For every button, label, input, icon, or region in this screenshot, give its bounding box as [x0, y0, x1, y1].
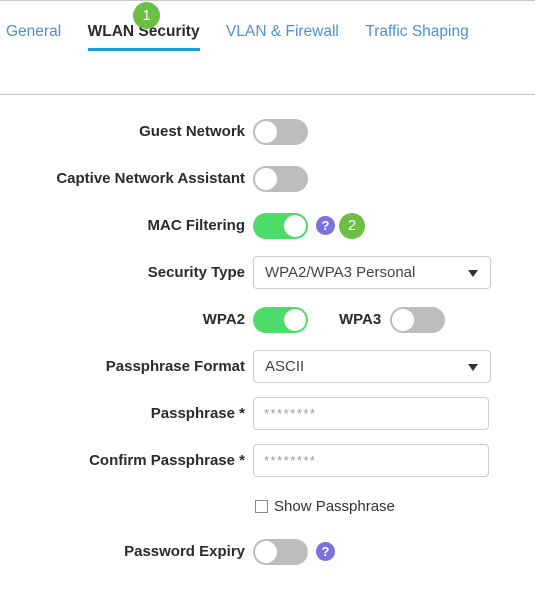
toggle-knob [392, 308, 415, 331]
top-border [0, 0, 535, 1]
toggle-knob [255, 167, 277, 190]
security-type-value: WPA2/WPA3 Personal [265, 264, 416, 281]
passphrase-format-select[interactable]: ASCII [253, 350, 491, 383]
mac-filtering-toggle[interactable] [253, 212, 308, 239]
mac-filtering-label: MAC Filtering [147, 217, 246, 234]
wpa3-toggle[interactable] [390, 306, 446, 333]
passphrase-input[interactable] [253, 397, 489, 430]
guest-network-control [253, 118, 308, 145]
show-passphrase-control: Show Passphrase [253, 498, 395, 515]
tab-vlan-firewall-label: VLAN & Firewall [226, 23, 339, 40]
step-badge-2: 2 [339, 212, 365, 239]
row-passphrase-format: Passphrase Format ASCII [0, 343, 535, 390]
toggle-knob [284, 308, 306, 331]
tab-general[interactable]: General [6, 22, 61, 51]
toggle-knob [255, 540, 277, 563]
confirm-passphrase-input[interactable] [253, 444, 489, 477]
tab-traffic-shaping[interactable]: Traffic Shaping [365, 22, 468, 51]
confirm-passphrase-label-text: Confirm Passphrase [89, 452, 235, 469]
row-captive-network-assistant: Captive Network Assistant [0, 155, 535, 202]
guest-network-toggle[interactable] [253, 118, 308, 145]
chevron-down-icon [468, 363, 478, 371]
mac-filtering-help-icon[interactable]: ? [316, 216, 335, 235]
step-badge-1: 1 [133, 2, 160, 29]
tab-traffic-shaping-label: Traffic Shaping [365, 23, 469, 40]
wpa2-label: WPA2 [202, 311, 245, 328]
password-expiry-label: Password Expiry [124, 543, 245, 560]
toggle-knob [255, 120, 277, 143]
chevron-down-icon [468, 269, 478, 277]
password-expiry-toggle[interactable] [253, 538, 308, 565]
tab-general-label: General [6, 23, 62, 40]
tab-strip: General WLAN Security VLAN & Firewall Tr… [0, 22, 535, 62]
toggle-knob [284, 214, 306, 237]
password-expiry-help-icon[interactable]: ? [316, 542, 335, 561]
show-passphrase-label: Show Passphrase [274, 497, 395, 515]
wpa3-label: WPA3 [339, 311, 382, 328]
password-expiry-control: ? [253, 538, 335, 565]
row-mac-filtering: MAC Filtering ? 2 [0, 202, 535, 249]
row-confirm-passphrase: Confirm Passphrase * [0, 437, 535, 484]
passphrase-format-value: ASCII [265, 358, 305, 375]
tab-vlan-firewall[interactable]: VLAN & Firewall [226, 22, 339, 51]
row-guest-network: Guest Network [0, 108, 535, 155]
guest-network-label: Guest Network [139, 123, 245, 140]
show-passphrase-checkbox[interactable] [255, 499, 268, 513]
show-passphrase-checkbox-wrap[interactable]: Show Passphrase [255, 498, 395, 515]
confirm-passphrase-label: Confirm Passphrase * [0, 452, 253, 469]
security-type-control: WPA2/WPA3 Personal [253, 256, 491, 289]
wpa2-toggle[interactable] [253, 306, 308, 333]
mac-filtering-control: ? 2 [253, 212, 365, 239]
wlan-security-form: Guest Network Captive Network Assistant … [0, 108, 535, 575]
security-type-label: Security Type [147, 264, 245, 281]
passphrase-label-text: Passphrase [150, 405, 235, 422]
row-security-type: Security Type WPA2/WPA3 Personal [0, 249, 535, 296]
row-show-passphrase: Show Passphrase [0, 484, 535, 528]
confirm-passphrase-control [253, 444, 489, 477]
captive-network-assistant-label: Captive Network Assistant [56, 170, 245, 187]
wpa-toggles-control: WPA3 [253, 306, 446, 333]
confirm-passphrase-required-marker: * [239, 452, 245, 469]
passphrase-label: Passphrase * [0, 405, 253, 422]
row-passphrase: Passphrase * [0, 390, 535, 437]
passphrase-format-control: ASCII [253, 350, 491, 383]
captive-network-assistant-toggle[interactable] [253, 165, 308, 192]
tabs-divider [0, 94, 535, 95]
passphrase-required-marker: * [239, 405, 245, 422]
passphrase-format-label: Passphrase Format [105, 358, 245, 375]
row-wpa-toggles: WPA2 WPA3 [0, 296, 535, 343]
security-type-select[interactable]: WPA2/WPA3 Personal [253, 256, 491, 289]
passphrase-control [253, 397, 489, 430]
captive-network-assistant-control [253, 165, 308, 192]
row-password-expiry: Password Expiry ? [0, 528, 535, 575]
